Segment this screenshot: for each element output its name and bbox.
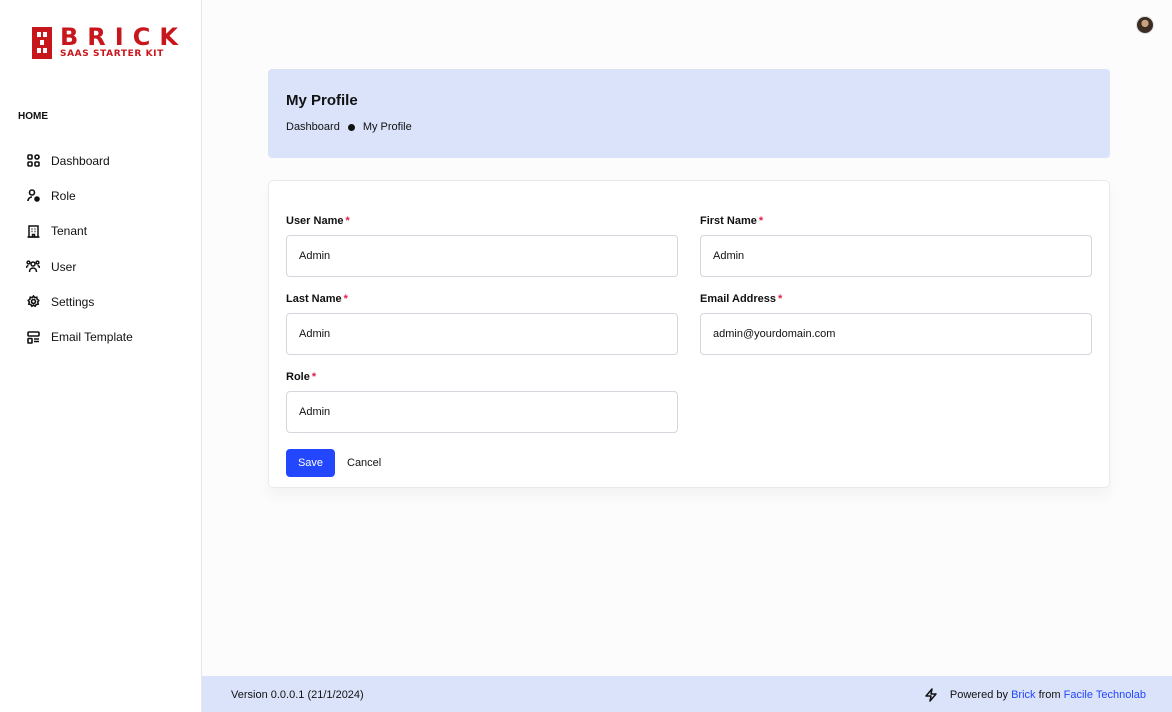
required-mark: * xyxy=(343,293,348,305)
role-label: Role * xyxy=(286,371,317,383)
breadcrumb-dashboard-link[interactable]: Dashboard xyxy=(286,121,340,133)
version-text: Version 0.0.0.1 (21/1/2024) xyxy=(231,689,364,701)
page-title: My Profile xyxy=(286,92,358,109)
sidebar-item-label: Email Template xyxy=(51,330,133,345)
users-icon xyxy=(26,260,40,274)
brick-link[interactable]: Brick xyxy=(1011,689,1035,701)
facile-technolab-link[interactable]: Facile Technolab xyxy=(1064,689,1146,701)
sidebar-item-label: Tenant xyxy=(51,224,88,239)
user-avatar[interactable] xyxy=(1136,16,1154,34)
email-field-group: Email Address * xyxy=(700,293,1092,355)
sidebar-item-email-template[interactable]: Email Template xyxy=(26,319,133,354)
gear-icon xyxy=(26,295,40,309)
required-mark: * xyxy=(345,215,350,227)
sidebar-item-label: Dashboard xyxy=(51,153,110,168)
brand-tagline: SAAS STARTER KIT xyxy=(60,49,164,59)
required-mark: * xyxy=(311,371,317,383)
first-name-field-group: First Name * xyxy=(700,215,1092,277)
breadcrumb: Dashboard My Profile xyxy=(286,121,412,133)
brand-logo[interactable]: BRICK SAAS STARTER KIT xyxy=(32,23,187,60)
email-template-icon xyxy=(26,330,40,344)
footer: Version 0.0.0.1 (21/1/2024) Powered by B… xyxy=(202,676,1172,712)
role-icon xyxy=(26,189,40,203)
powered-prefix: Powered by xyxy=(949,689,1012,701)
sidebar-item-label: Settings xyxy=(51,294,95,309)
breadcrumb-current: My Profile xyxy=(362,121,412,133)
brand-name: BRICK xyxy=(60,23,187,51)
username-input[interactable] xyxy=(286,235,678,277)
username-field-group: User Name * xyxy=(286,215,678,277)
last-name-field-group: Last Name * xyxy=(286,293,678,355)
sidebar-item-label: User xyxy=(51,259,77,274)
page-header: My Profile Dashboard My Profile xyxy=(268,69,1110,158)
profile-form: User Name* First Name* Last Name* Email … xyxy=(268,180,1110,488)
brick-logo-icon xyxy=(32,27,52,59)
sidebar-item-user[interactable]: User xyxy=(26,249,133,284)
bolt-icon xyxy=(925,688,937,702)
building-icon xyxy=(26,224,40,238)
email-input[interactable] xyxy=(700,313,1092,355)
sidebar-item-dashboard[interactable]: Dashboard xyxy=(26,143,133,178)
breadcrumb-separator-dot xyxy=(347,123,355,131)
username-label: User Name * xyxy=(286,215,350,227)
role-input[interactable] xyxy=(286,391,678,433)
last-name-label: Last Name * xyxy=(286,293,348,305)
sidebar-item-label: Role xyxy=(51,188,76,203)
role-field-group: Role * xyxy=(286,371,678,433)
powered-by: Powered by Brick from Facile Technolab xyxy=(924,688,1146,702)
dashboard-icon xyxy=(26,154,40,168)
required-mark: * xyxy=(778,293,783,305)
sidebar-nav: Dashboard Role Tenant User Settings Emai… xyxy=(26,143,133,355)
first-name-input[interactable] xyxy=(700,235,1092,277)
sidebar-item-role[interactable]: Role xyxy=(26,178,133,213)
sidebar-item-settings[interactable]: Settings xyxy=(26,284,133,319)
powered-middle: from xyxy=(1035,689,1064,701)
sidebar: BRICK SAAS STARTER KIT HOME Dashboard Ro… xyxy=(0,0,202,712)
last-name-input[interactable] xyxy=(286,313,678,355)
nav-section-title: HOME xyxy=(18,111,48,122)
required-mark: * xyxy=(758,215,764,227)
first-name-label: First Name * xyxy=(700,215,764,227)
save-button[interactable]: Save xyxy=(286,449,335,477)
sidebar-item-tenant[interactable]: Tenant xyxy=(26,214,133,249)
email-label: Email Address * xyxy=(700,293,783,305)
cancel-button[interactable]: Cancel xyxy=(347,449,381,477)
